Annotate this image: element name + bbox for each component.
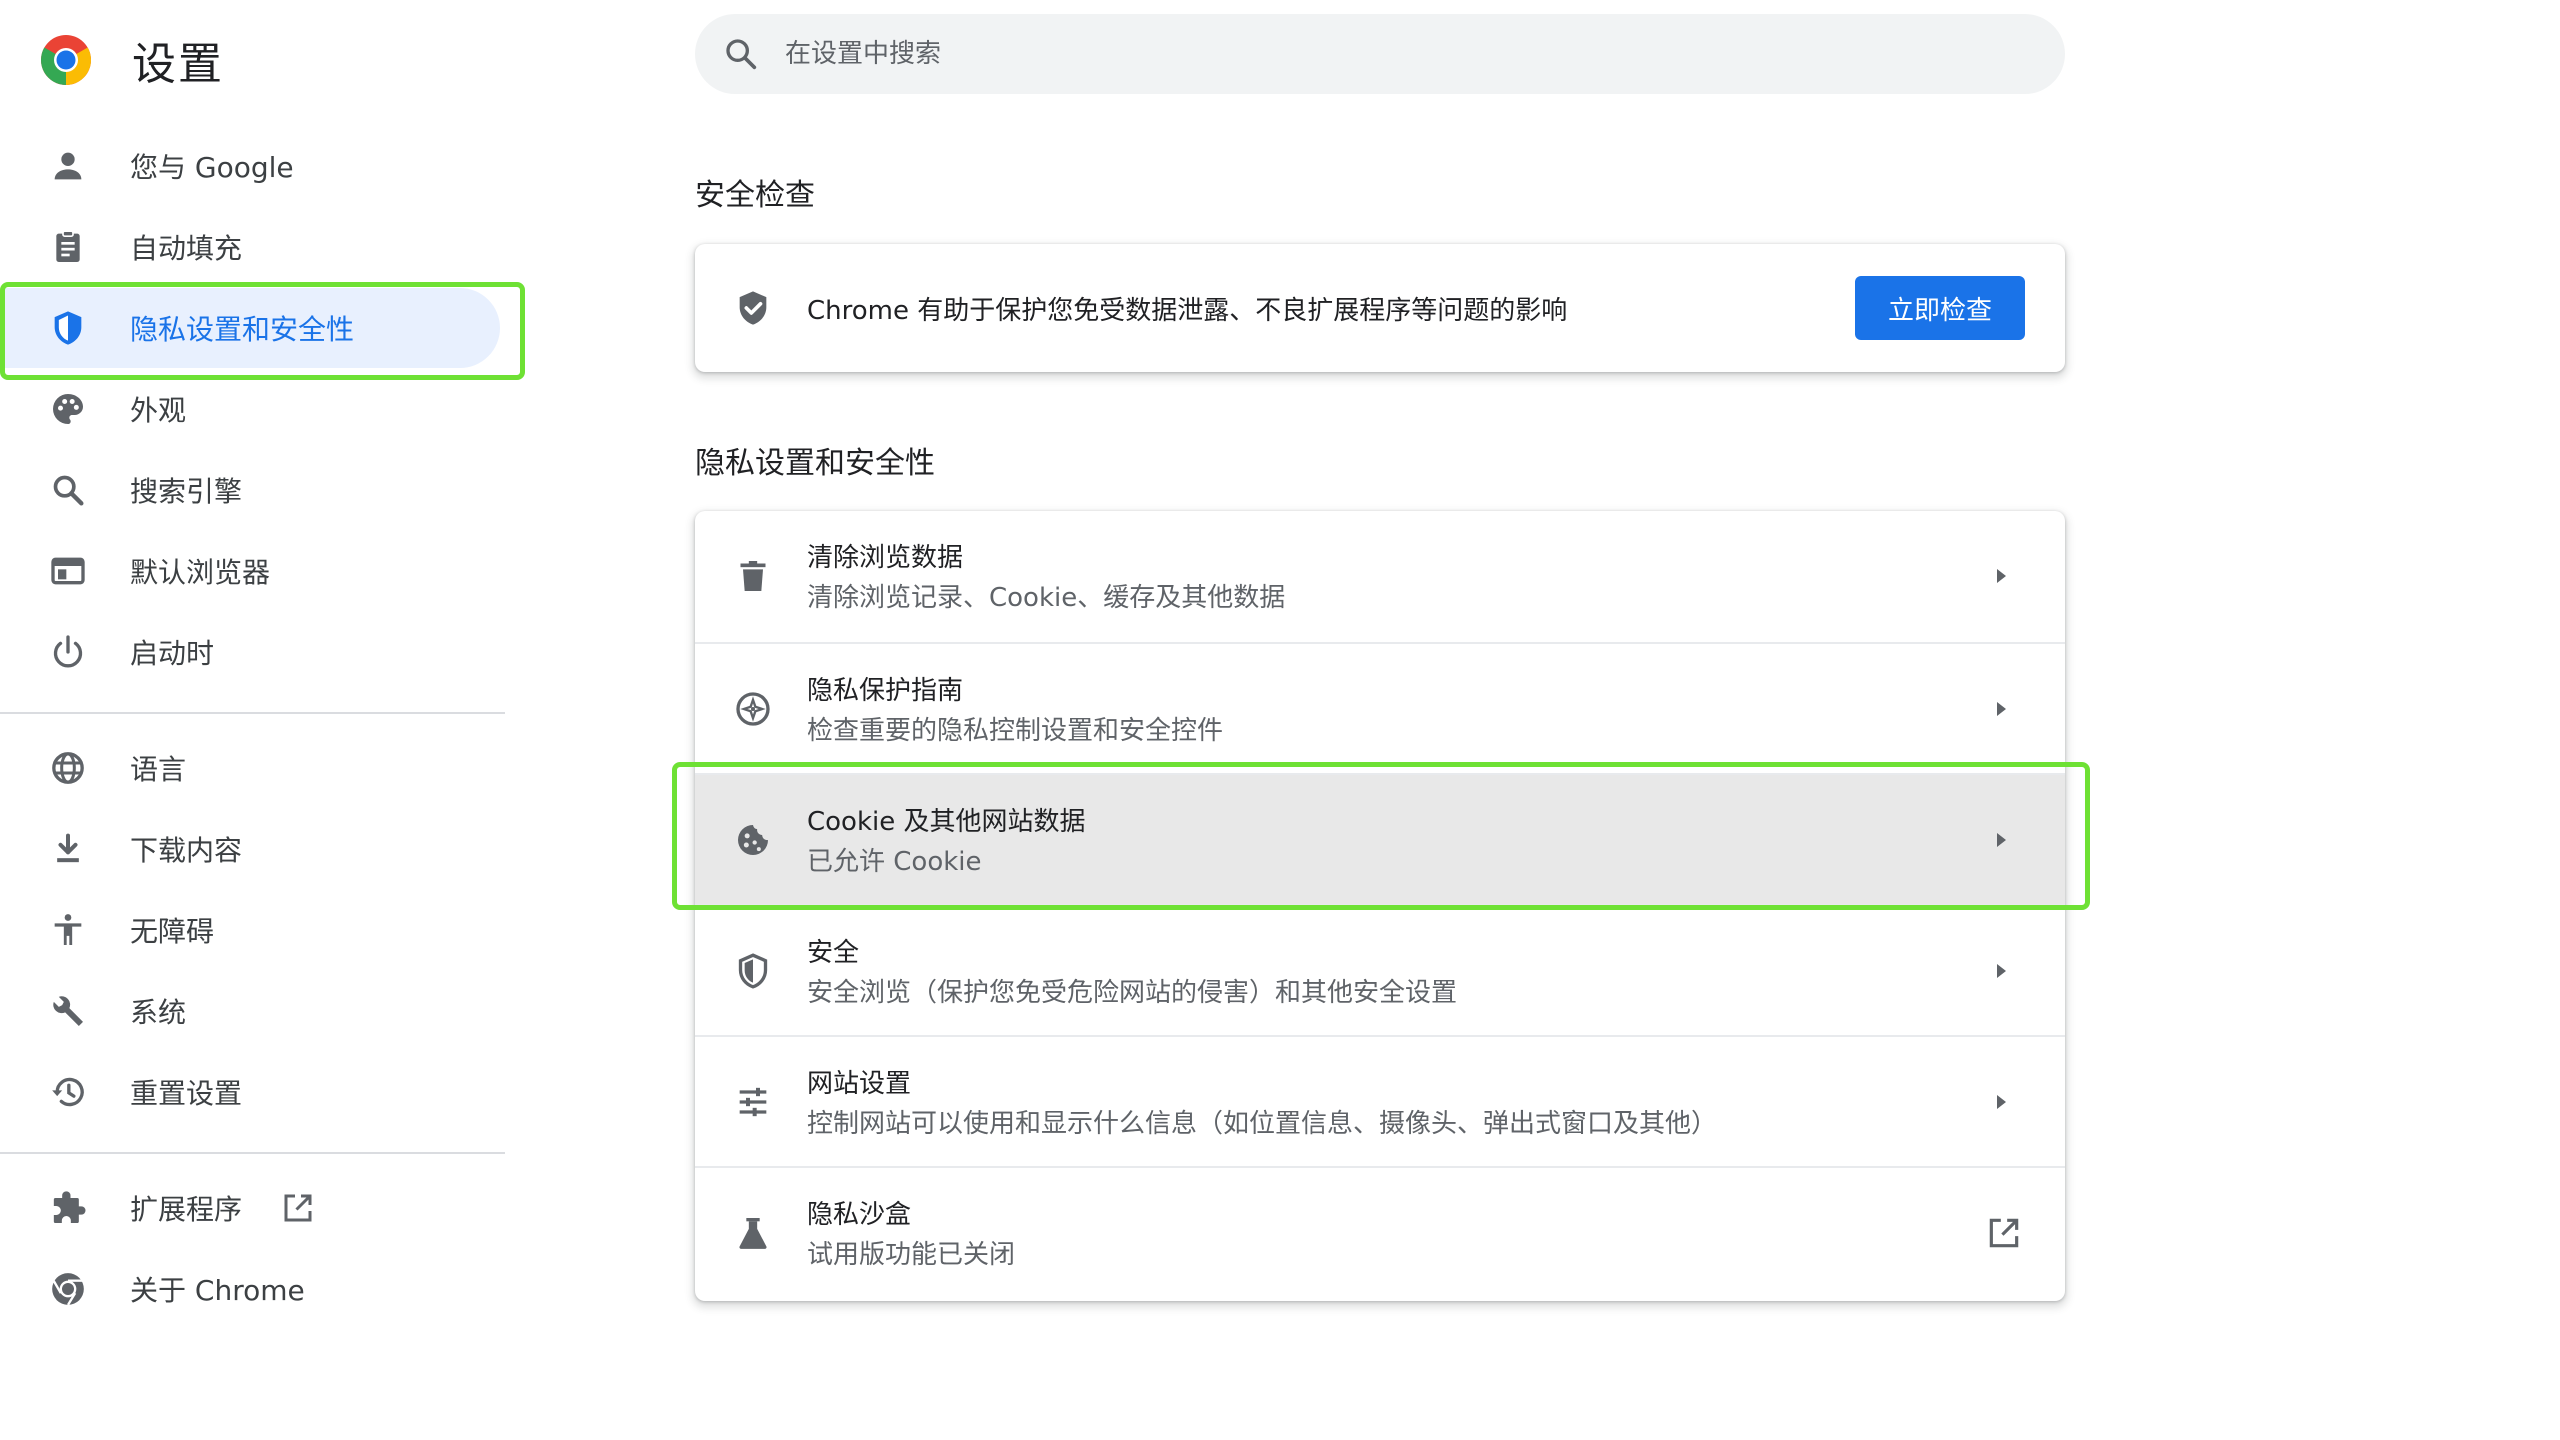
- chrome-icon: [48, 1269, 88, 1309]
- sidebar-item-label: 默认浏览器: [130, 556, 271, 589]
- row-subtitle: 已允许 Cookie: [807, 847, 982, 877]
- sidebar-item-default-browser[interactable]: 默认浏览器: [0, 531, 500, 611]
- sidebar-divider: [0, 712, 505, 714]
- privacy-row-privacy-guide[interactable]: 隐私保护指南 检查重要的隐私控制设置和安全控件: [695, 642, 2065, 773]
- row-subtitle: 清除浏览记录、Cookie、缓存及其他数据: [807, 583, 1286, 613]
- tune-icon: [733, 1082, 773, 1122]
- sidebar-item-on-startup[interactable]: 启动时: [0, 612, 500, 692]
- row-title: Cookie 及其他网站数据: [807, 807, 1086, 837]
- sidebar-item-accessibility[interactable]: 无障碍: [0, 890, 500, 970]
- safety-check-heading: 安全检查: [695, 178, 815, 213]
- sidebar-item-label: 启动时: [130, 637, 215, 670]
- sidebar-item-label: 系统: [130, 996, 187, 1029]
- sidebar-item-label: 语言: [130, 753, 187, 786]
- sidebar-item-label: 扩展程序: [130, 1193, 243, 1226]
- sidebar-item-label: 下载内容: [130, 834, 243, 867]
- history-icon: [48, 1072, 88, 1112]
- row-title: 清除浏览数据: [807, 543, 964, 573]
- power-icon: [48, 632, 88, 672]
- sidebar-item-label: 关于 Chrome: [130, 1274, 305, 1307]
- settings-app: 设置 您与 Google 自动填充 隐私设置和安全性 外观 搜索引擎 默认浏览器…: [0, 0, 2560, 1440]
- row-title: 网站设置: [807, 1069, 912, 1099]
- person-icon: [48, 146, 88, 186]
- check-now-button[interactable]: 立即检查: [1855, 276, 2025, 340]
- external-link-icon: [284, 1194, 312, 1222]
- sidebar-item-privacy-and-security[interactable]: 隐私设置和安全性: [0, 288, 500, 368]
- verified-shield-icon: [733, 288, 773, 328]
- row-subtitle: 检查重要的隐私控制设置和安全控件: [807, 716, 1224, 746]
- cookie-icon: [733, 820, 773, 860]
- sidebar-item-you-and-google[interactable]: 您与 Google: [0, 126, 500, 206]
- privacy-row-site-settings[interactable]: 网站设置 控制网站可以使用和显示什么信息（如位置信息、摄像头、弹出式窗口及其他）: [695, 1035, 2065, 1166]
- sidebar-item-search-engine[interactable]: 搜索引擎: [0, 450, 500, 530]
- trash-icon: [733, 556, 773, 596]
- sidebar-item-autofill[interactable]: 自动填充: [0, 207, 500, 287]
- sidebar-item-downloads[interactable]: 下载内容: [0, 809, 500, 889]
- privacy-row-privacy-sandbox[interactable]: 隐私沙盒 试用版功能已关闭: [695, 1166, 2065, 1297]
- search-icon: [48, 470, 88, 510]
- sidebar-item-label: 您与 Google: [130, 151, 294, 184]
- sidebar-item-reset-settings[interactable]: 重置设置: [0, 1052, 500, 1132]
- sidebar-item-about-chrome[interactable]: 关于 Chrome: [0, 1249, 500, 1329]
- page-title: 设置: [132, 39, 224, 90]
- arrow-right-icon: [1997, 702, 2006, 716]
- search-bar[interactable]: [695, 14, 2065, 94]
- sidebar-item-label: 外观: [130, 394, 187, 427]
- security-shield-icon: [733, 951, 773, 991]
- sidebar-item-label: 隐私设置和安全性: [130, 313, 355, 346]
- row-title: 隐私沙盒: [807, 1200, 912, 1230]
- safety-check-description: Chrome 有助于保护您免受数据泄露、不良扩展程序等问题的影响: [807, 296, 1568, 326]
- compass-icon: [733, 689, 773, 729]
- sidebar-item-extensions[interactable]: 扩展程序: [0, 1168, 500, 1248]
- row-subtitle: 安全浏览（保护您免受危险网站的侵害）和其他安全设置: [807, 978, 1458, 1008]
- sidebar-divider: [0, 1152, 505, 1154]
- arrow-right-icon: [1997, 833, 2006, 847]
- privacy-card: 清除浏览数据 清除浏览记录、Cookie、缓存及其他数据 隐私保护指南 检查重要…: [695, 511, 2065, 1301]
- search-input[interactable]: [785, 24, 2025, 84]
- arrow-right-icon: [1997, 964, 2006, 978]
- privacy-row-cookies[interactable]: Cookie 及其他网站数据 已允许 Cookie: [695, 773, 2065, 904]
- row-title: 安全: [807, 938, 860, 968]
- row-subtitle: 控制网站可以使用和显示什么信息（如位置信息、摄像头、弹出式窗口及其他）: [807, 1109, 1718, 1139]
- accessibility-icon: [48, 910, 88, 950]
- privacy-heading: 隐私设置和安全性: [695, 446, 935, 481]
- sidebar-item-label: 无障碍: [130, 915, 215, 948]
- sidebar-item-system[interactable]: 系统: [0, 971, 500, 1051]
- arrow-right-icon: [1997, 1095, 2006, 1109]
- external-link-icon: [1989, 1218, 2019, 1248]
- wrench-icon: [48, 991, 88, 1031]
- sidebar-item-label: 搜索引擎: [130, 475, 243, 508]
- sidebar-item-label: 自动填充: [130, 232, 243, 265]
- puzzle-icon: [48, 1188, 88, 1228]
- arrow-right-icon: [1997, 569, 2006, 583]
- download-icon: [48, 829, 88, 869]
- sidebar-item-languages[interactable]: 语言: [0, 728, 500, 808]
- privacy-row-clear-browsing-data[interactable]: 清除浏览数据 清除浏览记录、Cookie、缓存及其他数据: [695, 511, 2065, 642]
- sidebar-item-label: 重置设置: [130, 1077, 243, 1110]
- sidebar-item-appearance[interactable]: 外观: [0, 369, 500, 449]
- privacy-row-security[interactable]: 安全 安全浏览（保护您免受危险网站的侵害）和其他安全设置: [695, 904, 2065, 1035]
- brand-header: 设置: [40, 28, 224, 92]
- sidebar: 设置 您与 Google 自动填充 隐私设置和安全性 外观 搜索引擎 默认浏览器…: [0, 0, 525, 1440]
- globe-icon: [48, 748, 88, 788]
- safety-check-card: Chrome 有助于保护您免受数据泄露、不良扩展程序等问题的影响 立即检查: [695, 244, 2065, 372]
- clipboard-icon: [48, 227, 88, 267]
- row-title: 隐私保护指南: [807, 676, 964, 706]
- flask-icon: [733, 1213, 773, 1253]
- browser-window-icon: [48, 551, 88, 591]
- safety-check-row: Chrome 有助于保护您免受数据泄露、不良扩展程序等问题的影响 立即检查: [695, 244, 2065, 372]
- chrome-logo-icon: [41, 35, 91, 85]
- palette-icon: [48, 389, 88, 429]
- search-icon: [726, 39, 757, 70]
- shield-icon: [48, 308, 88, 348]
- row-subtitle: 试用版功能已关闭: [807, 1240, 1016, 1270]
